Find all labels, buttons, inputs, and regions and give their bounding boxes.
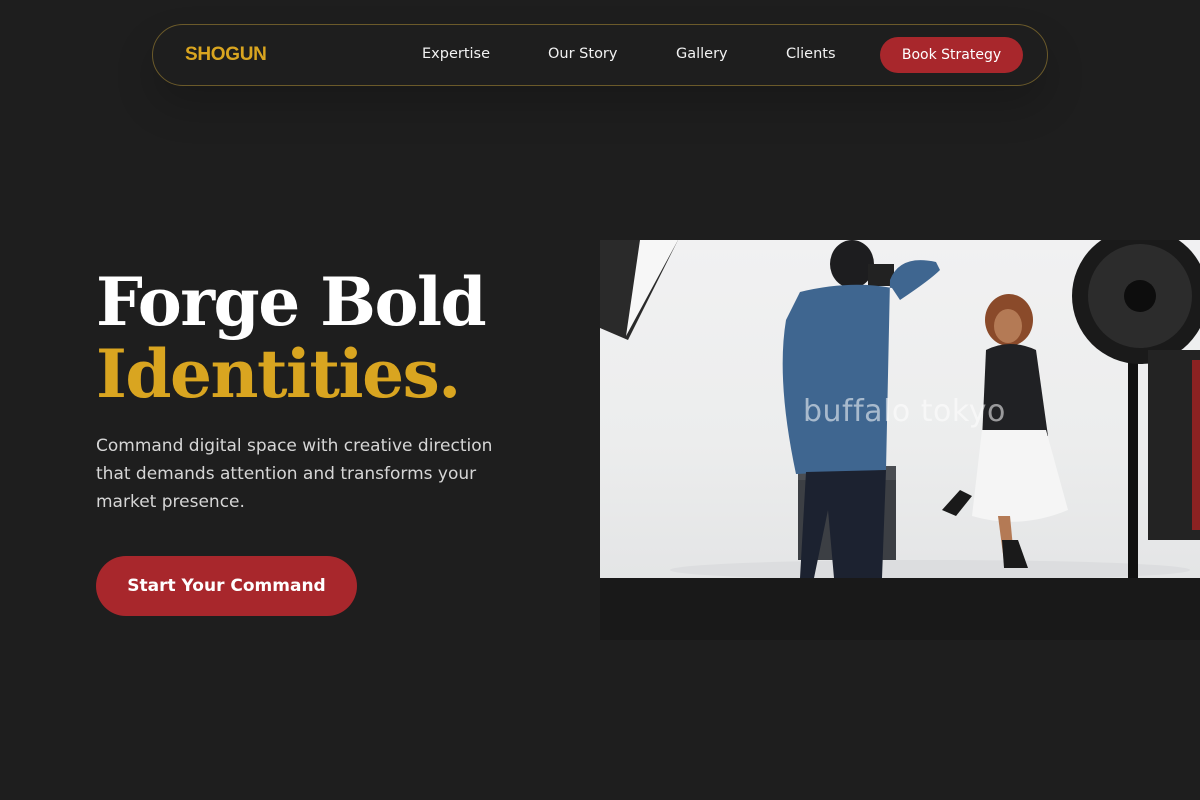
floor-shadow bbox=[670, 560, 1190, 578]
book-strategy-button[interactable]: Book Strategy bbox=[880, 37, 1023, 73]
hero-title-line-1: Forge Bold bbox=[96, 263, 487, 341]
model-boot-right bbox=[1002, 540, 1028, 568]
nav-link-gallery[interactable]: Gallery bbox=[676, 46, 728, 62]
hero-title-line-2: Identities. bbox=[96, 335, 461, 413]
start-command-button[interactable]: Start Your Command bbox=[96, 556, 357, 616]
nav-link-our-story[interactable]: Our Story bbox=[548, 46, 617, 62]
hero-description: Command digital space with creative dire… bbox=[96, 436, 493, 512]
photo-watermark: buffalo tokyo bbox=[803, 394, 1006, 429]
photographer-head bbox=[830, 240, 874, 288]
navbar: SHOGUN Expertise Our Story Gallery Clien… bbox=[152, 24, 1048, 86]
hero-title: Forge Bold Identities. bbox=[96, 263, 487, 413]
hero-image-frame: buffalo tokyo bbox=[600, 240, 1200, 640]
nav-link-clients[interactable]: Clients bbox=[786, 46, 836, 62]
photographer-pants bbox=[800, 470, 886, 578]
model-dress bbox=[972, 430, 1068, 522]
photographer-shirt bbox=[782, 260, 940, 474]
model-face bbox=[994, 309, 1022, 343]
logo[interactable]: SHOGUN bbox=[185, 44, 267, 66]
model-boot-left bbox=[942, 490, 972, 516]
reflector-edge bbox=[1192, 360, 1200, 530]
hero-photo: buffalo tokyo bbox=[600, 240, 1200, 578]
light-stand bbox=[1128, 330, 1138, 578]
studio-light-center bbox=[1124, 280, 1156, 312]
nav-link-expertise[interactable]: Expertise bbox=[422, 46, 490, 62]
